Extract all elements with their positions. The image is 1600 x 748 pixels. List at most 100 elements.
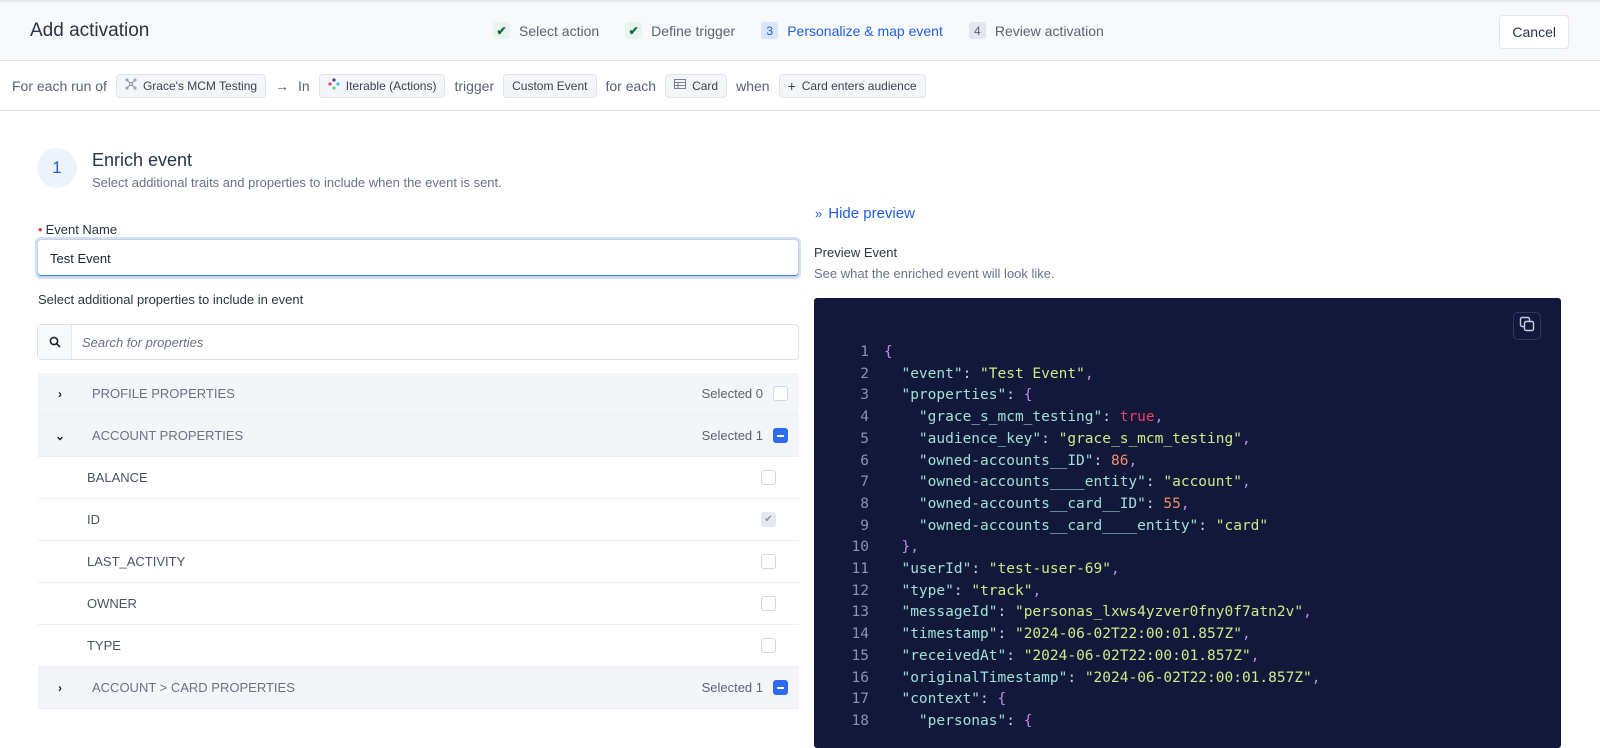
action-chip[interactable]: Custom Event xyxy=(503,73,597,98)
condition-chip-label: Card enters audience xyxy=(801,78,917,93)
property-label: BALANCE xyxy=(87,470,148,485)
code-text: "grace_s_mcm_testing": true, xyxy=(918,409,1164,426)
selected-count: Selected 1 xyxy=(701,680,763,695)
property-checkbox[interactable] xyxy=(761,638,776,653)
destination-chip-label: Iterable (Actions) xyxy=(345,78,437,93)
code-text: "userId": "test-user-69", xyxy=(901,561,1120,578)
property-item[interactable]: LAST_ACTIVITY xyxy=(38,541,799,583)
code-line: 1{ xyxy=(814,342,1321,364)
line-number: 3 xyxy=(860,387,869,404)
line-number: 6 xyxy=(860,452,869,469)
required-marker: • xyxy=(38,222,43,237)
preview-subtitle: See what the enriched event will look li… xyxy=(814,266,1055,281)
double-chevron-right-icon: » xyxy=(815,206,823,221)
selected-count: Selected 1 xyxy=(701,428,763,443)
code-text: { xyxy=(884,344,893,360)
property-item[interactable]: BALANCE xyxy=(38,457,799,499)
trigger-text: For each run of xyxy=(12,77,107,94)
property-item[interactable]: TYPE xyxy=(38,625,799,667)
group-account-properties[interactable]: ⌄ ACCOUNT PROPERTIES Selected 1 xyxy=(38,415,799,457)
code-text: "receivedAt": "2024-06-02T22:00:01.857Z"… xyxy=(901,647,1260,664)
code-text: "audience_key": "grace_s_mcm_testing", xyxy=(918,430,1251,447)
chevron-down-icon[interactable]: ⌄ xyxy=(38,429,82,443)
property-search-input[interactable] xyxy=(72,325,798,359)
code-block: 1{2 "event": "Test Event", 3 "properties"… xyxy=(814,342,1321,733)
line-number: 5 xyxy=(860,430,869,447)
property-item[interactable]: ID ✔ xyxy=(38,499,799,541)
code-line: 7 "owned-accounts____entity": "account", xyxy=(814,472,1321,494)
property-checkbox[interactable] xyxy=(761,554,776,569)
code-line: 15 "receivedAt": "2024-06-02T22:00:01.85… xyxy=(814,646,1321,668)
check-icon: ✔ xyxy=(493,22,510,39)
line-number: 15 xyxy=(851,647,869,664)
line-number: 1 xyxy=(860,344,869,360)
copy-button[interactable] xyxy=(1513,312,1541,340)
line-number: 12 xyxy=(851,582,869,599)
hide-preview-label: Hide preview xyxy=(828,205,915,222)
step-review-activation[interactable]: 4 Review activation xyxy=(968,22,1104,39)
line-number: 11 xyxy=(851,561,869,578)
code-text: }, xyxy=(901,539,919,556)
step-define-trigger[interactable]: ✔ Define trigger xyxy=(625,22,735,39)
section-subtitle: Select additional traits and properties … xyxy=(92,175,502,190)
step-select-action[interactable]: ✔ Select action xyxy=(493,22,599,39)
group-checkbox-indeterminate[interactable] xyxy=(773,428,788,443)
code-line: 10 }, xyxy=(814,537,1321,559)
property-checkbox[interactable] xyxy=(761,596,776,611)
code-text: "owned-accounts____entity": "account", xyxy=(918,474,1251,491)
code-text: "messageId": "personas_lxws4yzver0fny0f7… xyxy=(901,604,1312,621)
property-checkbox[interactable] xyxy=(761,470,776,485)
selected-count: Selected 0 xyxy=(701,386,763,401)
group-profile-properties[interactable]: › PROFILE PROPERTIES Selected 0 xyxy=(38,373,799,415)
hide-preview-link[interactable]: » Hide preview xyxy=(815,205,915,222)
trigger-text: for each xyxy=(605,77,657,94)
entity-chip[interactable]: Card xyxy=(665,73,728,98)
audience-chip[interactable]: Grace's MCM Testing xyxy=(115,73,267,98)
code-line: 8 "owned-accounts__card__ID": 55, xyxy=(814,494,1321,516)
event-name-label: • Event Name xyxy=(38,222,117,237)
table-icon xyxy=(674,79,687,92)
step-personalize-map-event[interactable]: 3 Personalize & map event xyxy=(761,22,943,39)
code-line: 6 "owned-accounts__ID": 86, xyxy=(814,451,1321,473)
code-line: 11 "userId": "test-user-69", xyxy=(814,559,1321,581)
code-text: "type": "track", xyxy=(901,582,1042,599)
group-label: PROFILE PROPERTIES xyxy=(92,386,235,401)
step-number: 3 xyxy=(761,22,779,39)
arrow-icon: → xyxy=(275,77,290,94)
destination-chip[interactable]: Iterable (Actions) xyxy=(318,73,446,98)
stepper: ✔ Select action ✔ Define trigger 3 Perso… xyxy=(493,22,1130,39)
code-line: 2 "event": "Test Event", xyxy=(814,364,1321,386)
step-label: Review activation xyxy=(994,22,1104,39)
chevron-right-icon[interactable]: › xyxy=(38,681,82,695)
property-label: ID xyxy=(87,512,100,527)
code-text: "timestamp": "2024-06-02T22:00:01.857Z", xyxy=(901,626,1251,643)
event-name-label-text: Event Name xyxy=(45,222,118,237)
trigger-text: when xyxy=(736,77,770,94)
group-label: ACCOUNT PROPERTIES xyxy=(92,428,244,443)
group-checkbox[interactable] xyxy=(773,386,788,401)
property-label: TYPE xyxy=(87,638,121,653)
step-label: Select action xyxy=(519,22,600,39)
event-name-input[interactable] xyxy=(37,239,799,277)
line-number: 16 xyxy=(851,669,869,686)
line-number: 13 xyxy=(851,604,869,621)
code-text: "event": "Test Event", xyxy=(901,365,1094,382)
trigger-text: In xyxy=(298,77,310,94)
code-line: 14 "timestamp": "2024-06-02T22:00:01.857… xyxy=(814,624,1321,646)
line-number: 4 xyxy=(860,409,869,426)
property-label: OWNER xyxy=(87,596,137,611)
code-line: 13 "messageId": "personas_lxws4yzver0fny… xyxy=(814,602,1321,624)
property-item[interactable]: OWNER xyxy=(38,583,799,625)
code-line: 5 "audience_key": "grace_s_mcm_testing", xyxy=(814,429,1321,451)
section-title: Enrich event xyxy=(92,150,193,170)
cancel-button[interactable]: Cancel xyxy=(1499,15,1569,49)
chevron-right-icon[interactable]: › xyxy=(38,387,82,401)
code-text: "properties": { xyxy=(901,387,1033,404)
group-account-card-properties[interactable]: › ACCOUNT > CARD PROPERTIES Selected 1 xyxy=(38,667,799,709)
code-preview-panel: 1{2 "event": "Test Event", 3 "properties"… xyxy=(814,298,1561,748)
property-checkbox-checked[interactable]: ✔ xyxy=(761,512,776,527)
audience-icon xyxy=(125,78,137,93)
step-number: 4 xyxy=(968,22,986,39)
condition-chip[interactable]: + Card enters audience xyxy=(778,73,926,98)
group-checkbox-indeterminate[interactable] xyxy=(773,680,788,695)
